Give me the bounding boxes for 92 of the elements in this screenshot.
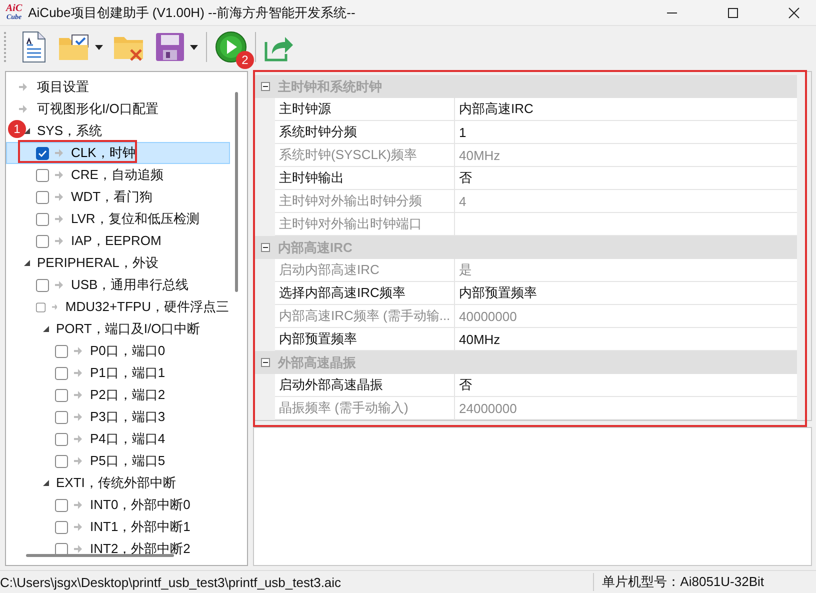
arrow-icon bbox=[19, 83, 27, 91]
property-name: 系统时钟分频 bbox=[275, 121, 455, 144]
arrow-icon bbox=[74, 369, 82, 377]
tree-item[interactable]: P4口，端口4 bbox=[90, 430, 166, 448]
arrow-icon bbox=[74, 347, 82, 355]
property-value[interactable]: 40MHz bbox=[455, 328, 797, 351]
expander-icon[interactable] bbox=[43, 326, 49, 332]
file-path: C:\Users\jsgx\Desktop\printf_usb_test3\printf_usb_test3.aic bbox=[0, 574, 342, 590]
tree-item[interactable]: LVR，复位和低压检测 bbox=[71, 210, 200, 228]
tree-item[interactable]: PORT，端口及I/O口中断 bbox=[56, 320, 200, 338]
checkbox[interactable] bbox=[55, 498, 68, 512]
arrow-icon bbox=[55, 149, 63, 157]
checkbox[interactable] bbox=[36, 212, 49, 226]
checkbox[interactable] bbox=[36, 190, 49, 204]
checkbox[interactable] bbox=[36, 278, 49, 292]
property-name: 启动内部高速IRC bbox=[275, 259, 455, 282]
checkbox[interactable] bbox=[55, 388, 68, 402]
caret-icon[interactable] bbox=[95, 44, 103, 50]
tree-item[interactable]: CRE，自动追频 bbox=[71, 166, 164, 184]
chip-model: 单片机型号：Ai8051U-32Bit bbox=[593, 573, 816, 591]
property-name: 系统时钟(SYSCLK)频率 bbox=[275, 144, 455, 167]
document-icon[interactable] bbox=[20, 31, 48, 63]
tree-item[interactable]: MDU32+TFPU，硬件浮点三 bbox=[65, 298, 229, 316]
property-value[interactable]: 内部高速IRC bbox=[455, 98, 797, 121]
arrow-icon bbox=[74, 545, 82, 553]
arrow-icon bbox=[74, 501, 82, 509]
arrow-icon bbox=[55, 171, 63, 179]
tree-item[interactable]: INT0，外部中断0 bbox=[90, 496, 190, 514]
tree-item[interactable]: CLK，时钟 bbox=[71, 144, 136, 162]
property-name: 主时钟输出 bbox=[275, 167, 455, 190]
property-value[interactable]: 否 bbox=[455, 374, 797, 397]
scrollbar[interactable] bbox=[26, 554, 174, 557]
checkbox[interactable] bbox=[55, 432, 68, 446]
collapse-icon[interactable] bbox=[261, 358, 270, 367]
step-badge: 2 bbox=[236, 51, 254, 69]
property-name: 主时钟对外输出时钟端口 bbox=[275, 213, 455, 236]
checkbox[interactable] bbox=[36, 300, 46, 314]
tree-item[interactable]: P0口，端口0 bbox=[90, 342, 166, 360]
property-value[interactable]: 1 bbox=[455, 121, 797, 144]
arrow-icon bbox=[55, 237, 63, 245]
tree-item[interactable]: 可视图形化I/O口配置 bbox=[37, 100, 158, 118]
checkbox[interactable] bbox=[55, 410, 68, 424]
collapse-icon[interactable] bbox=[261, 82, 270, 91]
caret-icon[interactable] bbox=[190, 44, 198, 50]
folder-check-icon[interactable] bbox=[58, 33, 90, 61]
arrow-icon bbox=[55, 193, 63, 201]
tree-item[interactable]: 项目设置 bbox=[37, 78, 89, 96]
expander-icon[interactable] bbox=[24, 128, 30, 134]
tree-item[interactable]: PERIPHERAL，外设 bbox=[37, 254, 158, 272]
arrow-icon bbox=[55, 281, 63, 289]
property-name: 主时钟源 bbox=[275, 98, 455, 121]
collapse-icon[interactable] bbox=[261, 243, 270, 252]
arrow-icon bbox=[74, 391, 82, 399]
property-name: 启动外部高速晶振 bbox=[275, 374, 455, 397]
checkbox[interactable] bbox=[55, 344, 68, 358]
scrollbar[interactable] bbox=[235, 92, 238, 292]
property-name: 内部高速IRC频率 (需手动输... bbox=[275, 305, 455, 328]
property-value[interactable]: 内部预置频率 bbox=[455, 282, 797, 305]
checkbox[interactable] bbox=[36, 168, 49, 182]
checkbox[interactable] bbox=[55, 454, 68, 468]
checkbox[interactable] bbox=[55, 520, 68, 534]
arrow-icon bbox=[19, 105, 27, 113]
arrow-icon bbox=[52, 303, 58, 311]
window-title: AiCube项目创建助手 (V1.00H) --前海方舟智能开发系统-- bbox=[28, 4, 356, 22]
tree-item[interactable]: USB，通用串行总线 bbox=[71, 276, 189, 294]
tree-item[interactable]: SYS，系统 bbox=[37, 122, 102, 140]
tree-item[interactable]: WDT，看门狗 bbox=[71, 188, 153, 206]
tree-item[interactable]: EXTI，传统外部中断 bbox=[56, 474, 176, 492]
tree-item[interactable]: P5口，端口5 bbox=[90, 452, 166, 470]
tree-item[interactable]: P1口，端口1 bbox=[90, 364, 166, 382]
property-name: 晶振频率 (需手动输入) bbox=[275, 397, 455, 420]
checkbox[interactable] bbox=[36, 234, 49, 248]
tree-item[interactable]: INT1，外部中断1 bbox=[90, 518, 190, 536]
arrow-icon bbox=[74, 457, 82, 465]
property-name: 选择内部高速IRC频率 bbox=[275, 282, 455, 305]
tree-item[interactable]: IAP，EEPROM bbox=[71, 232, 162, 250]
close-icon[interactable] bbox=[788, 6, 800, 18]
checkbox[interactable] bbox=[55, 542, 68, 556]
property-name: 内部预置频率 bbox=[275, 328, 455, 351]
checkbox[interactable] bbox=[36, 146, 49, 160]
expander-icon[interactable] bbox=[43, 480, 49, 486]
arrow-icon bbox=[55, 215, 63, 223]
tree-item[interactable]: P3口，端口3 bbox=[90, 408, 166, 426]
maximize-icon[interactable] bbox=[727, 6, 739, 18]
arrow-icon bbox=[74, 413, 82, 421]
property-value[interactable]: 否 bbox=[455, 167, 797, 190]
property-name: 主时钟对外输出时钟分频 bbox=[275, 190, 455, 213]
arrow-icon bbox=[74, 435, 82, 443]
arrow-icon bbox=[74, 523, 82, 531]
expander-icon[interactable] bbox=[24, 260, 30, 266]
checkbox[interactable] bbox=[55, 366, 68, 380]
tree-item[interactable]: P2口，端口2 bbox=[90, 386, 166, 404]
